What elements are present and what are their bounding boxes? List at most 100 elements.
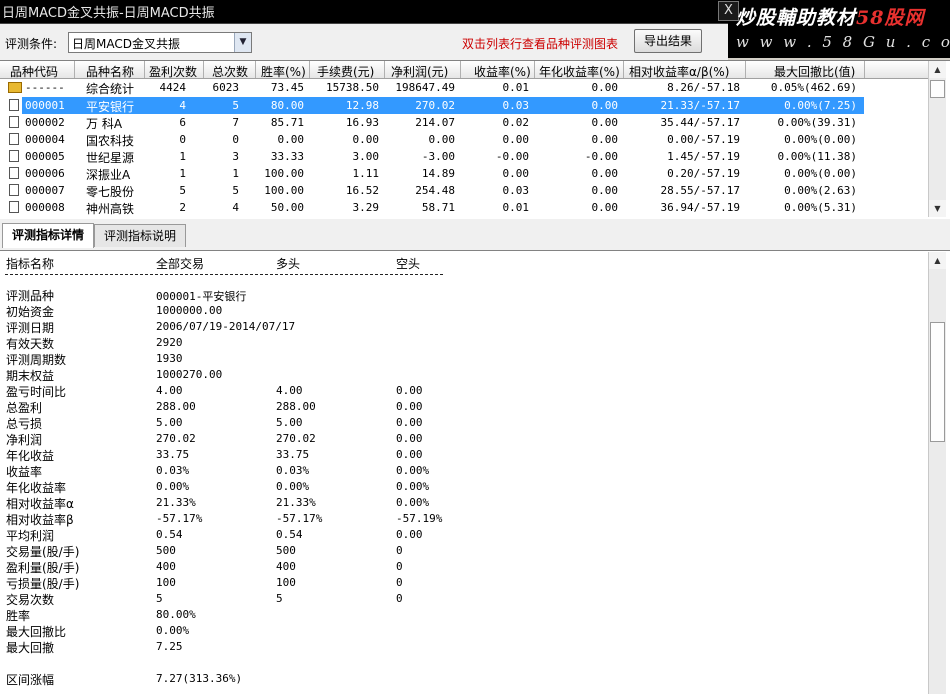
table-scrollbar[interactable]: ▲ ▼ [928, 61, 946, 217]
cell-fee: 1.11 [352, 167, 380, 180]
cell-wins: 2 [179, 201, 186, 214]
condition-select[interactable]: 日周MACD金叉共振 ▼ [68, 32, 252, 53]
detail-value: 0.00 [396, 528, 423, 541]
col-header-name[interactable]: 品种名称 [86, 63, 134, 80]
table-row[interactable]: 000005 世纪星源 1 3 33.33 3.00 -3.00 -0.00 -… [0, 148, 928, 165]
detail-value: 500 [276, 544, 296, 557]
chevron-down-icon[interactable]: ▼ [234, 33, 251, 52]
export-button[interactable]: 导出结果 [634, 29, 702, 53]
tab-metric-details[interactable]: 评测指标详情 [2, 223, 94, 248]
detail-value: 0 [396, 592, 403, 605]
detail-label: 胜率 [6, 609, 31, 623]
scroll-down-icon[interactable]: ▼ [929, 200, 946, 217]
table-row[interactable]: 000008 神州高铁 2 4 50.00 3.29 58.71 0.01 0.… [0, 199, 928, 216]
col-header-max-drawdown[interactable]: 最大回撤比(值) [774, 63, 855, 80]
folder-icon [8, 82, 22, 93]
cell-return: 0.03 [502, 99, 530, 112]
detail-label: 总亏损 [6, 417, 43, 431]
cell-max-drawdown: 0.00%(5.31) [784, 201, 857, 214]
cell-return: 0.01 [502, 81, 530, 94]
detail-value: 1000000.00 [156, 304, 223, 317]
col-header-relative-return[interactable]: 相对收益率α/β(%) [629, 63, 729, 80]
scroll-up-icon[interactable]: ▲ [929, 61, 946, 78]
detail-value: 0.00% [276, 480, 310, 493]
col-header-code[interactable]: 品种代码 [10, 63, 58, 80]
table-row[interactable]: ------ 综合统计 4424 6023 73.45 15738.50 198… [0, 79, 928, 96]
detail-value: 7.25 [156, 640, 183, 653]
scroll-thumb[interactable] [930, 322, 945, 442]
table-row[interactable]: 000004 国农科技 0 0 0.00 0.00 0.00 0.00 0.00… [0, 131, 928, 148]
detail-value: 80.00% [156, 608, 196, 621]
divider [5, 274, 443, 275]
detail-label: 盈亏时间比 [6, 385, 67, 399]
cell-winrate: 85.71 [270, 116, 304, 129]
cell-name: 国农科技 [86, 134, 135, 148]
detail-value: 0.00 [396, 416, 423, 429]
cell-return: 0.00 [502, 133, 530, 146]
cell-relative-return: 35.44/-57.17 [660, 116, 740, 129]
cell-fee: 0.00 [352, 133, 380, 146]
detail-label: 相对收益率α [6, 497, 74, 511]
cell-return: 0.03 [502, 184, 530, 197]
cell-max-drawdown: 0.00%(0.00) [784, 133, 857, 146]
detail-value: 100 [276, 576, 296, 589]
cell-wins: 6 [179, 116, 186, 129]
table-row[interactable]: 000007 零七股份 5 5 100.00 16.52 254.48 0.03… [0, 182, 928, 199]
col-header-winrate[interactable]: 胜率(%) [261, 63, 306, 80]
cell-relative-return: 0.00/-57.19 [667, 133, 740, 146]
detail-label: 最大回撤比 [6, 625, 67, 639]
detail-value: 000001-平安银行 [156, 290, 247, 303]
cell-total: 0 [232, 133, 239, 146]
detail-value: -57.19% [396, 512, 443, 525]
window-title: 日周MACD金叉共振-日周MACD共振 [2, 6, 215, 21]
scroll-thumb[interactable] [930, 80, 945, 98]
detail-value: 7.27(313.36%) [156, 672, 243, 685]
brand-url: w w w . 5 8 G u . c o m [736, 33, 950, 51]
detail-label: 区间涨幅 [6, 673, 55, 687]
detail-value: 4.00 [276, 384, 303, 397]
col-header-wins[interactable]: 盈利次数 [149, 63, 197, 80]
cell-relative-return: 28.55/-57.17 [660, 184, 740, 197]
tab-bar: 评测指标详情 评测指标说明 [0, 219, 950, 250]
detail-value: 0.00% [156, 624, 190, 637]
col-header-profit[interactable]: 净利润(元) [391, 63, 448, 80]
detail-value: 0.03% [276, 464, 310, 477]
col-header-fee[interactable]: 手续费(元) [317, 63, 374, 80]
detail-value: 0.54 [276, 528, 303, 541]
detail-scrollbar[interactable]: ▲ [928, 252, 946, 694]
cell-max-drawdown: 0.00%(2.63) [784, 184, 857, 197]
col-header-annual-return[interactable]: 年化收益率(%) [539, 63, 620, 80]
scroll-up-icon[interactable]: ▲ [929, 252, 946, 269]
cell-relative-return: 21.33/-57.17 [660, 99, 740, 112]
results-table: 品种代码 品种名称 盈利次数 总次数 胜率(%) 手续费(元) 净利润(元) 收… [0, 60, 950, 220]
cell-wins: 4 [179, 99, 186, 112]
cell-profit: 14.89 [421, 167, 455, 180]
tab-metric-description[interactable]: 评测指标说明 [94, 224, 186, 247]
toolbar: 评测条件: 日周MACD金叉共振 ▼ 双击列表行查看品种评测图表 导出结果 [0, 24, 728, 60]
table-row[interactable]: 000002 万 科A 6 7 85.71 16.93 214.07 0.02 … [0, 114, 928, 131]
cell-total: 4 [232, 201, 239, 214]
detail-value: 2920 [156, 336, 183, 349]
detail-value: 0 [396, 576, 403, 589]
cell-annual-return: -0.00 [584, 150, 618, 163]
detail-value: 33.75 [276, 448, 310, 461]
cell-relative-return: 1.45/-57.19 [667, 150, 740, 163]
table-row[interactable]: 000006 深振业A 1 1 100.00 1.11 14.89 0.00 0… [0, 165, 928, 182]
table-row-selected[interactable]: 000001 平安银行 4 5 80.00 12.98 270.02 0.03 … [0, 97, 928, 114]
col-header-return[interactable]: 收益率(%) [474, 63, 531, 80]
detail-value: -57.17% [156, 512, 203, 525]
document-icon [9, 116, 19, 128]
detail-label: 平均利润 [6, 529, 55, 543]
cell-winrate: 100.00 [264, 184, 304, 197]
cell-wins: 1 [179, 150, 186, 163]
cell-name: 零七股份 [86, 185, 135, 199]
detail-value: 33.75 [156, 448, 190, 461]
cell-wins: 5 [179, 184, 186, 197]
brand-logo-text: 炒股輔助教材58股网 [736, 3, 924, 30]
document-icon [9, 167, 19, 179]
detail-value: 5.00 [276, 416, 303, 429]
detail-label: 亏损量(股/手) [6, 577, 80, 591]
cell-relative-return: 36.94/-57.19 [660, 201, 740, 214]
col-header-total[interactable]: 总次数 [212, 63, 248, 80]
cell-total: 5 [232, 99, 239, 112]
